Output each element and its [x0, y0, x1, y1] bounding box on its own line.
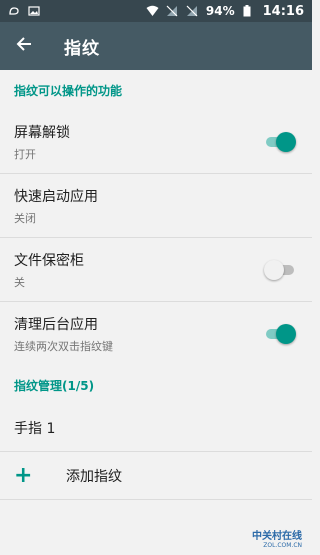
back-button[interactable]	[0, 22, 48, 70]
setting-title: 文件保密柜	[14, 252, 84, 269]
app-bar: 指纹	[0, 22, 312, 70]
image-icon	[28, 5, 40, 17]
section-header-features: 指纹可以操作的功能	[14, 84, 123, 98]
setting-text: 快速启动应用 关闭	[14, 186, 98, 226]
page-title: 指纹	[64, 38, 100, 59]
setting-title: 快速启动应用	[14, 188, 98, 205]
setting-title: 清理后台应用	[14, 317, 98, 333]
watermark-url: ZOL.COM.CN	[263, 542, 302, 549]
add-fingerprint-label: 添加指纹	[66, 468, 122, 485]
watermark: 中关村在线 ZOL.COM.CN	[252, 527, 302, 549]
toggle-thumb	[264, 259, 284, 280]
setting-clean-background[interactable]: 清理后台应用 连续两次双击指纹键	[0, 302, 312, 366]
clock: 14:16	[262, 3, 304, 19]
add-fingerprint-button[interactable]: + 添加指纹	[0, 452, 312, 500]
plus-icon: +	[14, 462, 33, 488]
no-signal-icon	[186, 5, 198, 17]
arrow-back-icon	[15, 35, 33, 57]
clean-background-toggle[interactable]	[266, 324, 296, 344]
setting-quick-launch[interactable]: 快速启动应用 关闭	[0, 174, 312, 238]
toggle-thumb	[276, 131, 296, 152]
setting-subtitle: 连续两次双击指纹键	[14, 340, 113, 353]
setting-text: 文件保密柜 关	[14, 250, 84, 290]
wifi-icon	[146, 5, 159, 17]
watermark-text: 中关村在线	[252, 531, 302, 542]
setting-file-safe[interactable]: 文件保密柜 关	[0, 238, 312, 302]
settings-content: 指纹可以操作的功能 屏幕解锁 打开 快速启动应用 关闭 文件保密柜 关 清理后台…	[0, 70, 312, 555]
notification-icon	[8, 5, 20, 17]
setting-subtitle: 关	[14, 275, 25, 289]
status-bar: 94% 14:16	[0, 0, 312, 22]
section-header-manage: 指纹管理(1/5)	[14, 379, 95, 393]
setting-subtitle: 打开	[14, 147, 36, 161]
no-signal-icon	[166, 5, 178, 17]
status-right-icons: 94% 14:16	[146, 4, 304, 19]
screen-unlock-toggle[interactable]	[266, 131, 296, 152]
file-safe-toggle[interactable]	[264, 259, 294, 280]
battery-percentage: 94%	[205, 4, 235, 18]
setting-subtitle: 关闭	[14, 211, 36, 225]
toggle-thumb	[276, 324, 296, 344]
setting-title: 屏幕解锁	[14, 124, 70, 141]
status-left-icons	[8, 5, 40, 17]
fingerprint-item-1[interactable]: 手指 1	[0, 404, 312, 452]
setting-screen-unlock[interactable]: 屏幕解锁 打开	[0, 110, 312, 174]
battery-icon	[243, 5, 255, 17]
setting-text: 屏幕解锁 打开	[14, 122, 70, 162]
setting-text: 清理后台应用 连续两次双击指纹键	[14, 314, 113, 354]
